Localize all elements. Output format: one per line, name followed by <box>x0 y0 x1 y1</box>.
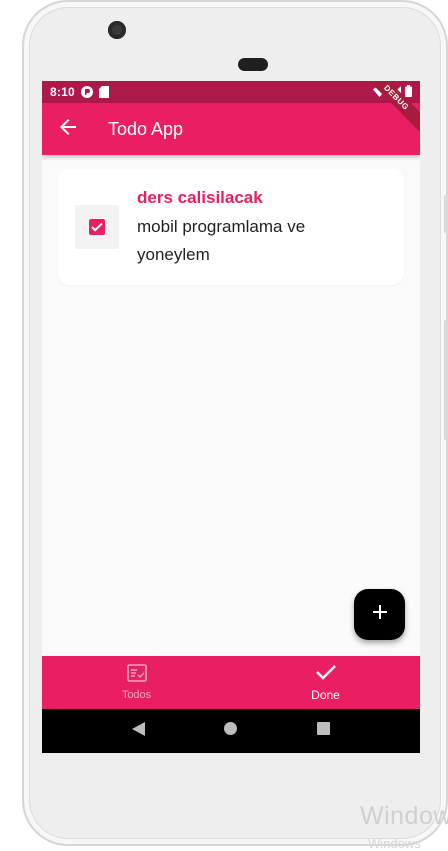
nav-item-todos[interactable]: Todos <box>42 656 231 709</box>
status-time: 8:10 <box>50 85 75 99</box>
back-triangle-icon[interactable] <box>131 721 145 741</box>
todo-card[interactable]: ders calisilacak mobil programlama ve yo… <box>58 169 404 285</box>
volume-button <box>444 320 448 440</box>
todo-checkbox-area[interactable] <box>75 205 119 249</box>
todo-checkbox[interactable] <box>89 219 105 235</box>
app-bar: Todo App <box>42 103 420 155</box>
recents-square-icon[interactable] <box>317 722 331 740</box>
check-icon <box>315 663 337 686</box>
bottom-navigation: Todos Done <box>42 656 420 709</box>
todo-list-icon <box>126 664 147 687</box>
windows-watermark-sub: Windows <box>368 836 421 851</box>
home-circle-icon[interactable] <box>224 722 238 740</box>
todo-description: mobil programlama ve yoneylem <box>137 217 306 264</box>
add-icon <box>372 605 387 624</box>
app-notification-icon <box>80 86 93 98</box>
checkmark-icon <box>91 222 103 232</box>
page-title: Todo App <box>108 118 184 139</box>
back-button[interactable] <box>42 103 94 155</box>
power-button <box>444 195 448 233</box>
sd-card-icon <box>98 86 111 98</box>
windows-watermark: Window <box>360 802 448 830</box>
nav-item-done[interactable]: Done <box>231 656 420 709</box>
earpiece-speaker <box>238 58 268 71</box>
todo-title: ders calisilacak <box>137 188 263 207</box>
android-navigation-bar <box>42 709 420 753</box>
status-bar: 8:10 <box>42 81 420 103</box>
front-camera <box>108 21 126 39</box>
add-todo-button[interactable] <box>354 589 405 640</box>
nav-label-todos: Todos <box>121 689 152 701</box>
nav-label-done: Done <box>311 688 340 702</box>
arrow-back-icon <box>60 118 76 140</box>
app-screen: 8:10 DEBUG Todo App ders calisilacak mob… <box>42 81 420 753</box>
